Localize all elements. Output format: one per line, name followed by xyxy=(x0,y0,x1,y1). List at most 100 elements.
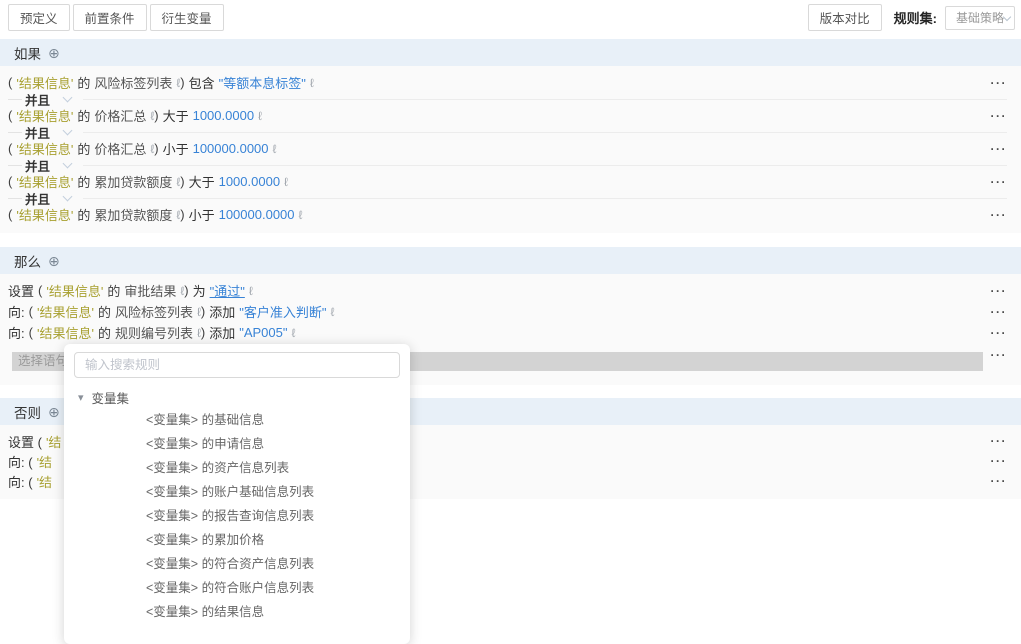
edit-icon[interactable]: ℓ xyxy=(310,76,314,90)
tree-item[interactable]: <变量集> 的申请信息 xyxy=(74,432,400,456)
action-prefix: 向: ( xyxy=(8,452,33,471)
then-title: 那么 xyxy=(14,251,41,271)
ruleset-selected-value: 基础策略 xyxy=(956,9,1004,26)
condition-row: ( '结果信息' 的 价格汇总 ℓ ) 大于 1000.0000 ℓ ··· xyxy=(8,105,1007,126)
value-literal[interactable]: "AP005" xyxy=(239,325,287,340)
paren-close: ) xyxy=(201,325,205,340)
connector-line xyxy=(83,198,1007,199)
add-action-icon[interactable]: ⊕ xyxy=(48,254,60,268)
ruleset-select[interactable]: 基础策略 xyxy=(945,6,1015,30)
chevron-down-icon[interactable] xyxy=(63,93,73,103)
search-input[interactable] xyxy=(74,352,400,378)
of-particle: 的 xyxy=(77,205,90,224)
tree-item[interactable]: <变量集> 的资产信息列表 xyxy=(74,456,400,480)
version-compare-button[interactable]: 版本对比 xyxy=(808,4,882,31)
edit-icon[interactable]: ℓ xyxy=(284,175,288,189)
more-button[interactable]: ··· xyxy=(991,455,1008,467)
action-row: 设置 ( '结果信息' 的 审批结果 ℓ ) 为 "通过" ℓ ··· xyxy=(8,280,1007,301)
more-button[interactable]: ··· xyxy=(991,176,1008,188)
variable-ref[interactable]: '结果信息' xyxy=(37,323,94,342)
paren-open: ( xyxy=(8,75,12,90)
chevron-down-icon xyxy=(1003,12,1011,20)
more-button[interactable]: ··· xyxy=(991,327,1008,339)
condition-row: ( '结果信息' 的 累加贷款额度 ℓ ) 大于 1000.0000 ℓ ··· xyxy=(8,171,1007,192)
paren-open: ( xyxy=(8,174,12,189)
variable-ref[interactable]: '结 xyxy=(46,432,61,451)
variable-ref[interactable]: '结果信息' xyxy=(46,281,103,300)
property-ref[interactable]: 风险标签列表 xyxy=(94,73,172,92)
edit-icon[interactable]: ℓ xyxy=(249,284,253,298)
more-button[interactable]: ··· xyxy=(991,285,1008,297)
more-button[interactable]: ··· xyxy=(991,143,1008,155)
of-particle: 的 xyxy=(77,172,90,191)
variable-ref[interactable]: '结果信息' xyxy=(16,205,73,224)
add-action-icon[interactable]: ⊕ xyxy=(48,405,60,419)
of-particle: 的 xyxy=(98,302,111,321)
property-ref[interactable]: 审批结果 xyxy=(124,281,176,300)
value-literal[interactable]: 1000.0000 xyxy=(193,108,254,123)
tree-item[interactable]: <变量集> 的结果信息 xyxy=(74,600,400,624)
value-literal[interactable]: "等额本息标签" xyxy=(219,73,306,92)
tab-predefined[interactable]: 预定义 xyxy=(8,4,70,31)
value-literal[interactable]: "通过" xyxy=(210,281,245,300)
edit-icon[interactable]: ℓ xyxy=(299,208,303,222)
value-literal[interactable]: 100000.0000 xyxy=(219,207,295,222)
tab-derived-variables[interactable]: 衍生变量 xyxy=(150,4,224,31)
paren-close: ) xyxy=(154,141,158,156)
more-button[interactable]: ··· xyxy=(991,110,1008,122)
chevron-down-icon[interactable] xyxy=(63,126,73,136)
chevron-down-icon[interactable] xyxy=(63,192,73,202)
paren-close: ) xyxy=(184,283,188,298)
property-ref[interactable]: 风险标签列表 xyxy=(115,302,193,321)
tree-item[interactable]: <变量集> 的符合资产信息列表 xyxy=(74,552,400,576)
paren-close: ) xyxy=(180,75,184,90)
property-ref[interactable]: 规则编号列表 xyxy=(115,323,193,342)
operator: 添加 xyxy=(209,302,235,321)
if-title: 如果 xyxy=(14,43,41,63)
more-button[interactable]: ··· xyxy=(991,475,1008,487)
and-connector: 并且 xyxy=(8,192,1007,204)
edit-icon[interactable]: ℓ xyxy=(273,142,277,156)
tree-root-variable-set[interactable]: ▾ 变量集 xyxy=(74,386,400,408)
tree-item[interactable]: <变量集> 的账户基础信息列表 xyxy=(74,480,400,504)
property-ref[interactable]: 价格汇总 xyxy=(94,106,146,125)
variable-ref[interactable]: '结 xyxy=(37,452,52,471)
action-row: 向: ( '结果信息' 的 风险标签列表 ℓ ) 添加 "客户准入判断" ℓ ·… xyxy=(8,301,1007,322)
operator: 小于 xyxy=(163,139,189,158)
edit-icon[interactable]: ℓ xyxy=(291,326,295,340)
operator: 包含 xyxy=(189,73,215,92)
connector-line xyxy=(8,198,22,199)
condition-row: ( '结果信息' 的 累加贷款额度 ℓ ) 小于 100000.0000 ℓ ·… xyxy=(8,204,1007,225)
operator: 大于 xyxy=(163,106,189,125)
condition-row: ( '结果信息' 的 价格汇总 ℓ ) 小于 100000.0000 ℓ ··· xyxy=(8,138,1007,159)
tree-item[interactable]: <变量集> 的累加价格 xyxy=(74,528,400,552)
edit-icon[interactable]: ℓ xyxy=(330,305,334,319)
tab-preconditions[interactable]: 前置条件 xyxy=(73,4,147,31)
tree-item[interactable]: <变量集> 的符合账户信息列表 xyxy=(74,576,400,600)
of-particle: 的 xyxy=(77,73,90,92)
action-prefix: 向: ( xyxy=(8,472,33,491)
variable-ref[interactable]: '结 xyxy=(37,472,52,491)
else-title: 否则 xyxy=(14,402,41,422)
more-button[interactable]: ··· xyxy=(991,209,1008,221)
paren-open: ( xyxy=(29,304,33,319)
ruleset-label: 规则集: xyxy=(894,8,937,27)
variable-ref[interactable]: '结果信息' xyxy=(37,302,94,321)
add-condition-icon[interactable]: ⊕ xyxy=(48,46,60,60)
more-button[interactable]: ··· xyxy=(991,349,1008,361)
more-button[interactable]: ··· xyxy=(991,306,1008,318)
tree-item[interactable]: <变量集> 的报告查询信息列表 xyxy=(74,504,400,528)
chevron-down-icon[interactable] xyxy=(63,159,73,169)
property-ref[interactable]: 累加贷款额度 xyxy=(94,172,172,191)
more-button[interactable]: ··· xyxy=(991,435,1008,447)
tree-item[interactable]: <变量集> 的基础信息 xyxy=(74,408,400,432)
paren-close: ) xyxy=(180,174,184,189)
operator: 添加 xyxy=(209,323,235,342)
value-literal[interactable]: "客户准入判断" xyxy=(239,302,326,321)
more-button[interactable]: ··· xyxy=(991,77,1008,89)
value-literal[interactable]: 100000.0000 xyxy=(193,141,269,156)
property-ref[interactable]: 累加贷款额度 xyxy=(94,205,172,224)
value-literal[interactable]: 1000.0000 xyxy=(219,174,280,189)
property-ref[interactable]: 价格汇总 xyxy=(94,139,146,158)
edit-icon[interactable]: ℓ xyxy=(258,109,262,123)
